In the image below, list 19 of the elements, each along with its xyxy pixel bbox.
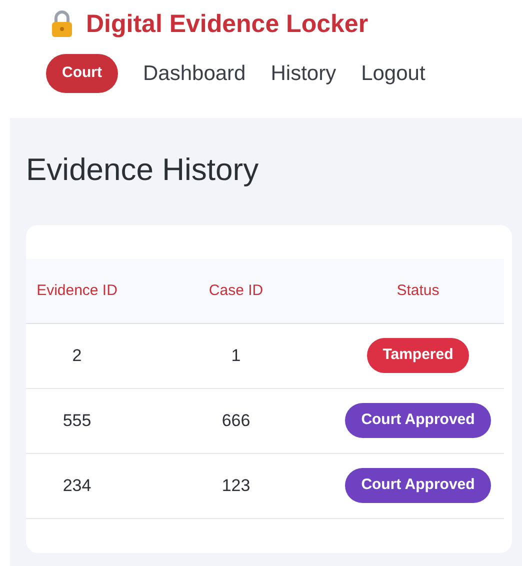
status-badge: Tampered xyxy=(366,338,470,373)
nav-link[interactable]: Logout xyxy=(361,58,426,89)
column-header: Case ID xyxy=(140,259,332,323)
app-title: Digital Evidence Locker xyxy=(86,12,368,36)
status-badge: Court Approved xyxy=(345,468,491,503)
table-cell: 666 xyxy=(140,388,332,453)
page-title: Evidence History xyxy=(26,154,260,185)
nav-link[interactable]: History xyxy=(270,58,336,89)
column-header: Status xyxy=(332,259,504,323)
table-cell: 2 xyxy=(26,323,140,388)
table-cell: 234 xyxy=(26,453,140,518)
nav-link[interactable]: Dashboard xyxy=(143,58,246,89)
table-cell: 123 xyxy=(140,453,332,518)
lock-icon xyxy=(50,10,74,38)
column-header: Evidence ID xyxy=(26,259,140,323)
status-badge: Court Approved xyxy=(345,403,491,438)
role-badge: Court xyxy=(46,54,118,92)
table-cell: 1 xyxy=(140,323,332,388)
table-cell: 555 xyxy=(26,388,140,453)
